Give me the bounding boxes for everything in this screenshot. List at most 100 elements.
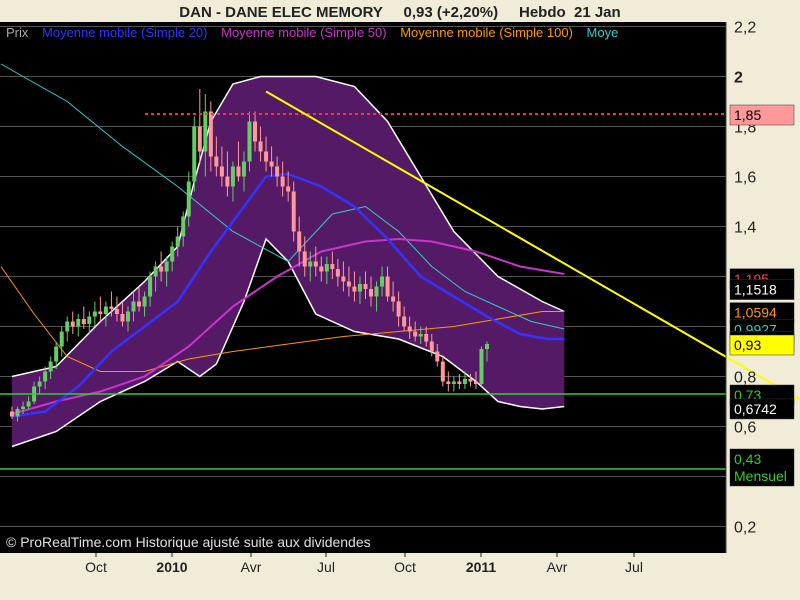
candle-body [297, 231, 302, 252]
candle-body [485, 344, 489, 349]
candle-body [59, 331, 64, 347]
candle-body [374, 286, 379, 297]
x-axis: Oct 2010 Avr Jul Oct 2011 Avr Jul [85, 553, 643, 575]
x-tick-label: Jul [625, 559, 643, 575]
candle-body [76, 319, 81, 327]
price-label: 0,93 [729, 334, 795, 356]
price-label-text: 1,0594 [734, 305, 777, 321]
candle-body [114, 309, 119, 314]
candle-body [269, 161, 274, 167]
candle-body [335, 269, 340, 277]
candle-body [43, 371, 48, 382]
credit-text: © ProRealTime.com Historique ajusté suit… [6, 534, 371, 550]
candle-body [424, 334, 429, 342]
candle-body [324, 264, 329, 272]
candle-body [120, 314, 125, 322]
candle-body [98, 311, 103, 314]
period-label: Hebdo 21 Jan [518, 4, 621, 21]
candle-body [435, 351, 440, 362]
candle-body [396, 301, 401, 317]
candle-body [236, 166, 241, 177]
y-tick-label: 0,2 [734, 520, 756, 537]
candle-body [153, 266, 158, 277]
candle-body [131, 301, 136, 312]
candle-body [291, 191, 296, 232]
candle [479, 346, 484, 387]
candle-body [341, 276, 346, 282]
candle-body [230, 166, 235, 187]
candle-body [10, 411, 14, 417]
candle-body [170, 246, 175, 262]
candle-body [225, 176, 230, 187]
legend-item-price: Prix [6, 25, 29, 40]
candle-body [313, 261, 318, 267]
candle-body [451, 381, 456, 384]
candle-body [247, 121, 252, 162]
candle-body [308, 261, 313, 267]
candle-body [369, 289, 374, 297]
candle-body [181, 216, 186, 237]
price-label: 1,85 [729, 104, 795, 126]
price-label: 0,6742 [729, 398, 795, 420]
candle-body [330, 264, 335, 269]
candle-body [81, 319, 86, 324]
y-tick-label: 0,6 [734, 420, 756, 437]
legend-item-ma50: Moyenne mobile (Simple 50) [221, 25, 387, 40]
candle-body [125, 311, 130, 322]
candle-body [457, 381, 462, 384]
candle-body [418, 334, 423, 337]
price-label-text: 0,6742 [734, 401, 777, 417]
candle-body [219, 166, 224, 177]
price-label-text: 1,85 [734, 107, 761, 123]
candle-body [253, 121, 258, 142]
x-tick-label: Oct [394, 559, 416, 575]
candle-body [48, 361, 53, 372]
candle-body [440, 361, 445, 382]
x-tick-label: Avr [547, 559, 568, 575]
candle-body [429, 341, 434, 352]
x-tick-label: 2010 [156, 559, 187, 575]
price-label-text: Mensuel [734, 468, 787, 484]
candle-body [164, 261, 169, 272]
candle-body [319, 266, 324, 272]
chart-title: DAN - DANE ELEC MEMORY 0,93 (+2,20%) Heb… [0, 0, 800, 26]
y-tick-label: 2 [734, 70, 743, 87]
candle-body [280, 176, 285, 187]
price-label-text: 0,43 [734, 451, 761, 467]
candle-body [137, 301, 142, 307]
candle-body [186, 181, 191, 217]
price-label: 1,1518 [729, 279, 795, 300]
y-tick-label: 1,6 [734, 170, 756, 187]
candle-body [54, 346, 59, 362]
candle-body [385, 276, 390, 297]
price-label: 0,43Mensuel [729, 448, 795, 487]
candle-body [142, 296, 147, 307]
candle-body [192, 126, 197, 182]
candle-body [197, 126, 202, 152]
ticker-name: DAN - DANE ELEC MEMORY [179, 4, 383, 21]
candle-body [446, 381, 451, 384]
candle-body [109, 306, 114, 309]
y-tick-label: 0,8 [734, 370, 756, 387]
candle [192, 116, 197, 192]
price-label-text: 1,1518 [734, 282, 777, 298]
candle-body [391, 296, 396, 302]
candle-body [92, 311, 97, 317]
candle-body [286, 186, 291, 192]
candle-body [26, 401, 31, 407]
candle-body [159, 266, 164, 272]
candle-body [258, 141, 263, 152]
legend-item-ma-other: Moye [586, 25, 619, 40]
candle-body [65, 321, 70, 332]
legend: Prix Moyenne mobile (Simple 20) Moyenne … [6, 25, 724, 43]
candle-body [302, 251, 307, 267]
x-tick-label: Avr [241, 559, 262, 575]
candle-body [241, 161, 246, 177]
candle-body [203, 111, 208, 152]
candle-body [479, 349, 484, 384]
chart-canvas: 2,221,81,61,41,210,80,60,40,2 Oct2010Avr… [0, 20, 800, 575]
candle-body [363, 284, 368, 289]
legend-item-ma20: Moyenne mobile (Simple 20) [42, 25, 208, 40]
candle-body [407, 326, 412, 332]
candle-body [402, 316, 407, 327]
